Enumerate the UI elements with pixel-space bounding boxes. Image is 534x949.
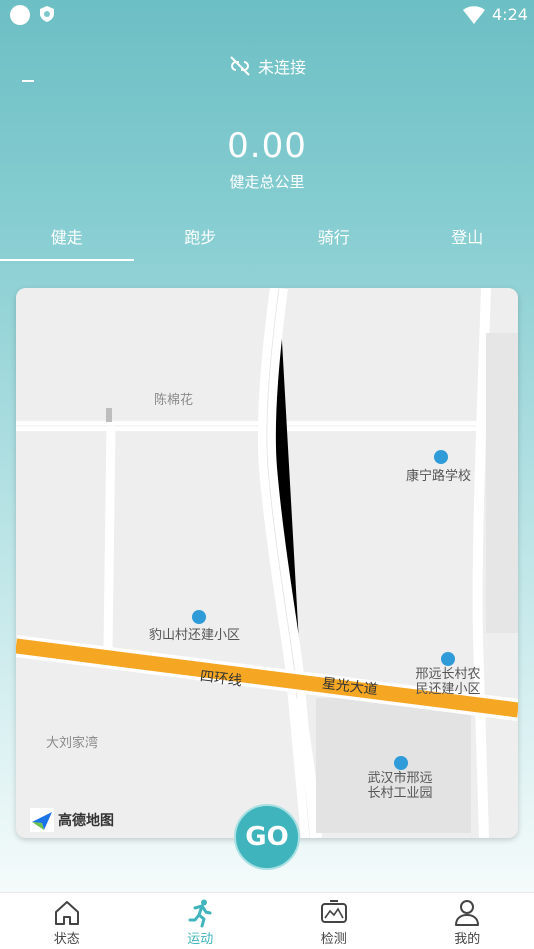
building-poi-icon[interactable] (192, 610, 206, 624)
clock: 4:24 (492, 5, 528, 24)
nav-label: 我的 (454, 932, 481, 947)
shield-icon (40, 6, 54, 22)
map-provider-logo: 高德地图 (30, 808, 114, 832)
bottom-navigation: 状态 运动 检测 我的 (0, 892, 534, 949)
map-label-chen-mianhua: 陈棉花 (154, 393, 194, 408)
nav-label: 状态 (53, 932, 80, 947)
nav-item-profile[interactable]: 我的 (401, 893, 534, 949)
nav-item-detection[interactable]: 检测 (267, 893, 401, 949)
nav-item-exercise[interactable]: 运动 (134, 893, 268, 949)
total-distance-label: 健走总公里 (229, 173, 305, 191)
home-icon (54, 901, 79, 925)
profile-icon (455, 900, 480, 926)
building-poi-icon[interactable] (441, 652, 455, 666)
map-label-baoshan-village: 豹山村还建小区 (149, 628, 241, 643)
tab-cycling[interactable]: 骑行 (267, 212, 401, 262)
connection-status[interactable]: 未连接 (0, 54, 534, 81)
wifi-icon (463, 6, 485, 24)
running-icon (188, 899, 212, 928)
map-view[interactable]: 陈棉花 康宁路学校 豹山村还建小区 邢远长村农民还建小区 四环线 星光大道 大刘… (16, 288, 518, 838)
map-label-xingyuan-village: 邢远长村农民还建小区 (415, 667, 481, 697)
amap-logo-icon (30, 808, 54, 832)
total-distance-value: 0.00 (227, 126, 307, 166)
school-poi-icon[interactable] (434, 450, 448, 464)
sport-type-tabs: 健走 跑步 骑行 登山 (0, 212, 534, 262)
tab-running[interactable]: 跑步 (134, 212, 268, 262)
amap-logo-text: 高德地图 (58, 813, 114, 829)
connection-status-label: 未连接 (257, 58, 306, 77)
map-label-kangning-school: 康宁路学校 (406, 469, 472, 484)
link-off-icon (230, 56, 250, 76)
monitor-icon (320, 900, 347, 923)
map-label-da-liu-jia-wan: 大刘家湾 (46, 736, 99, 751)
building-poi-icon[interactable] (394, 756, 408, 770)
tab-hiking[interactable]: 登山 (401, 212, 534, 262)
map-roads (16, 288, 518, 838)
nav-label: 运动 (187, 932, 214, 947)
go-button[interactable]: GO (234, 804, 300, 870)
notification-dot-icon (10, 5, 30, 25)
map-label-industrial-park: 武汉市邢远长村工业园 (367, 771, 433, 801)
tab-walking[interactable]: 健走 (0, 212, 134, 262)
status-bar: 4:24 (0, 0, 534, 30)
nav-item-status[interactable]: 状态 (0, 893, 134, 949)
nav-label: 检测 (320, 932, 347, 947)
